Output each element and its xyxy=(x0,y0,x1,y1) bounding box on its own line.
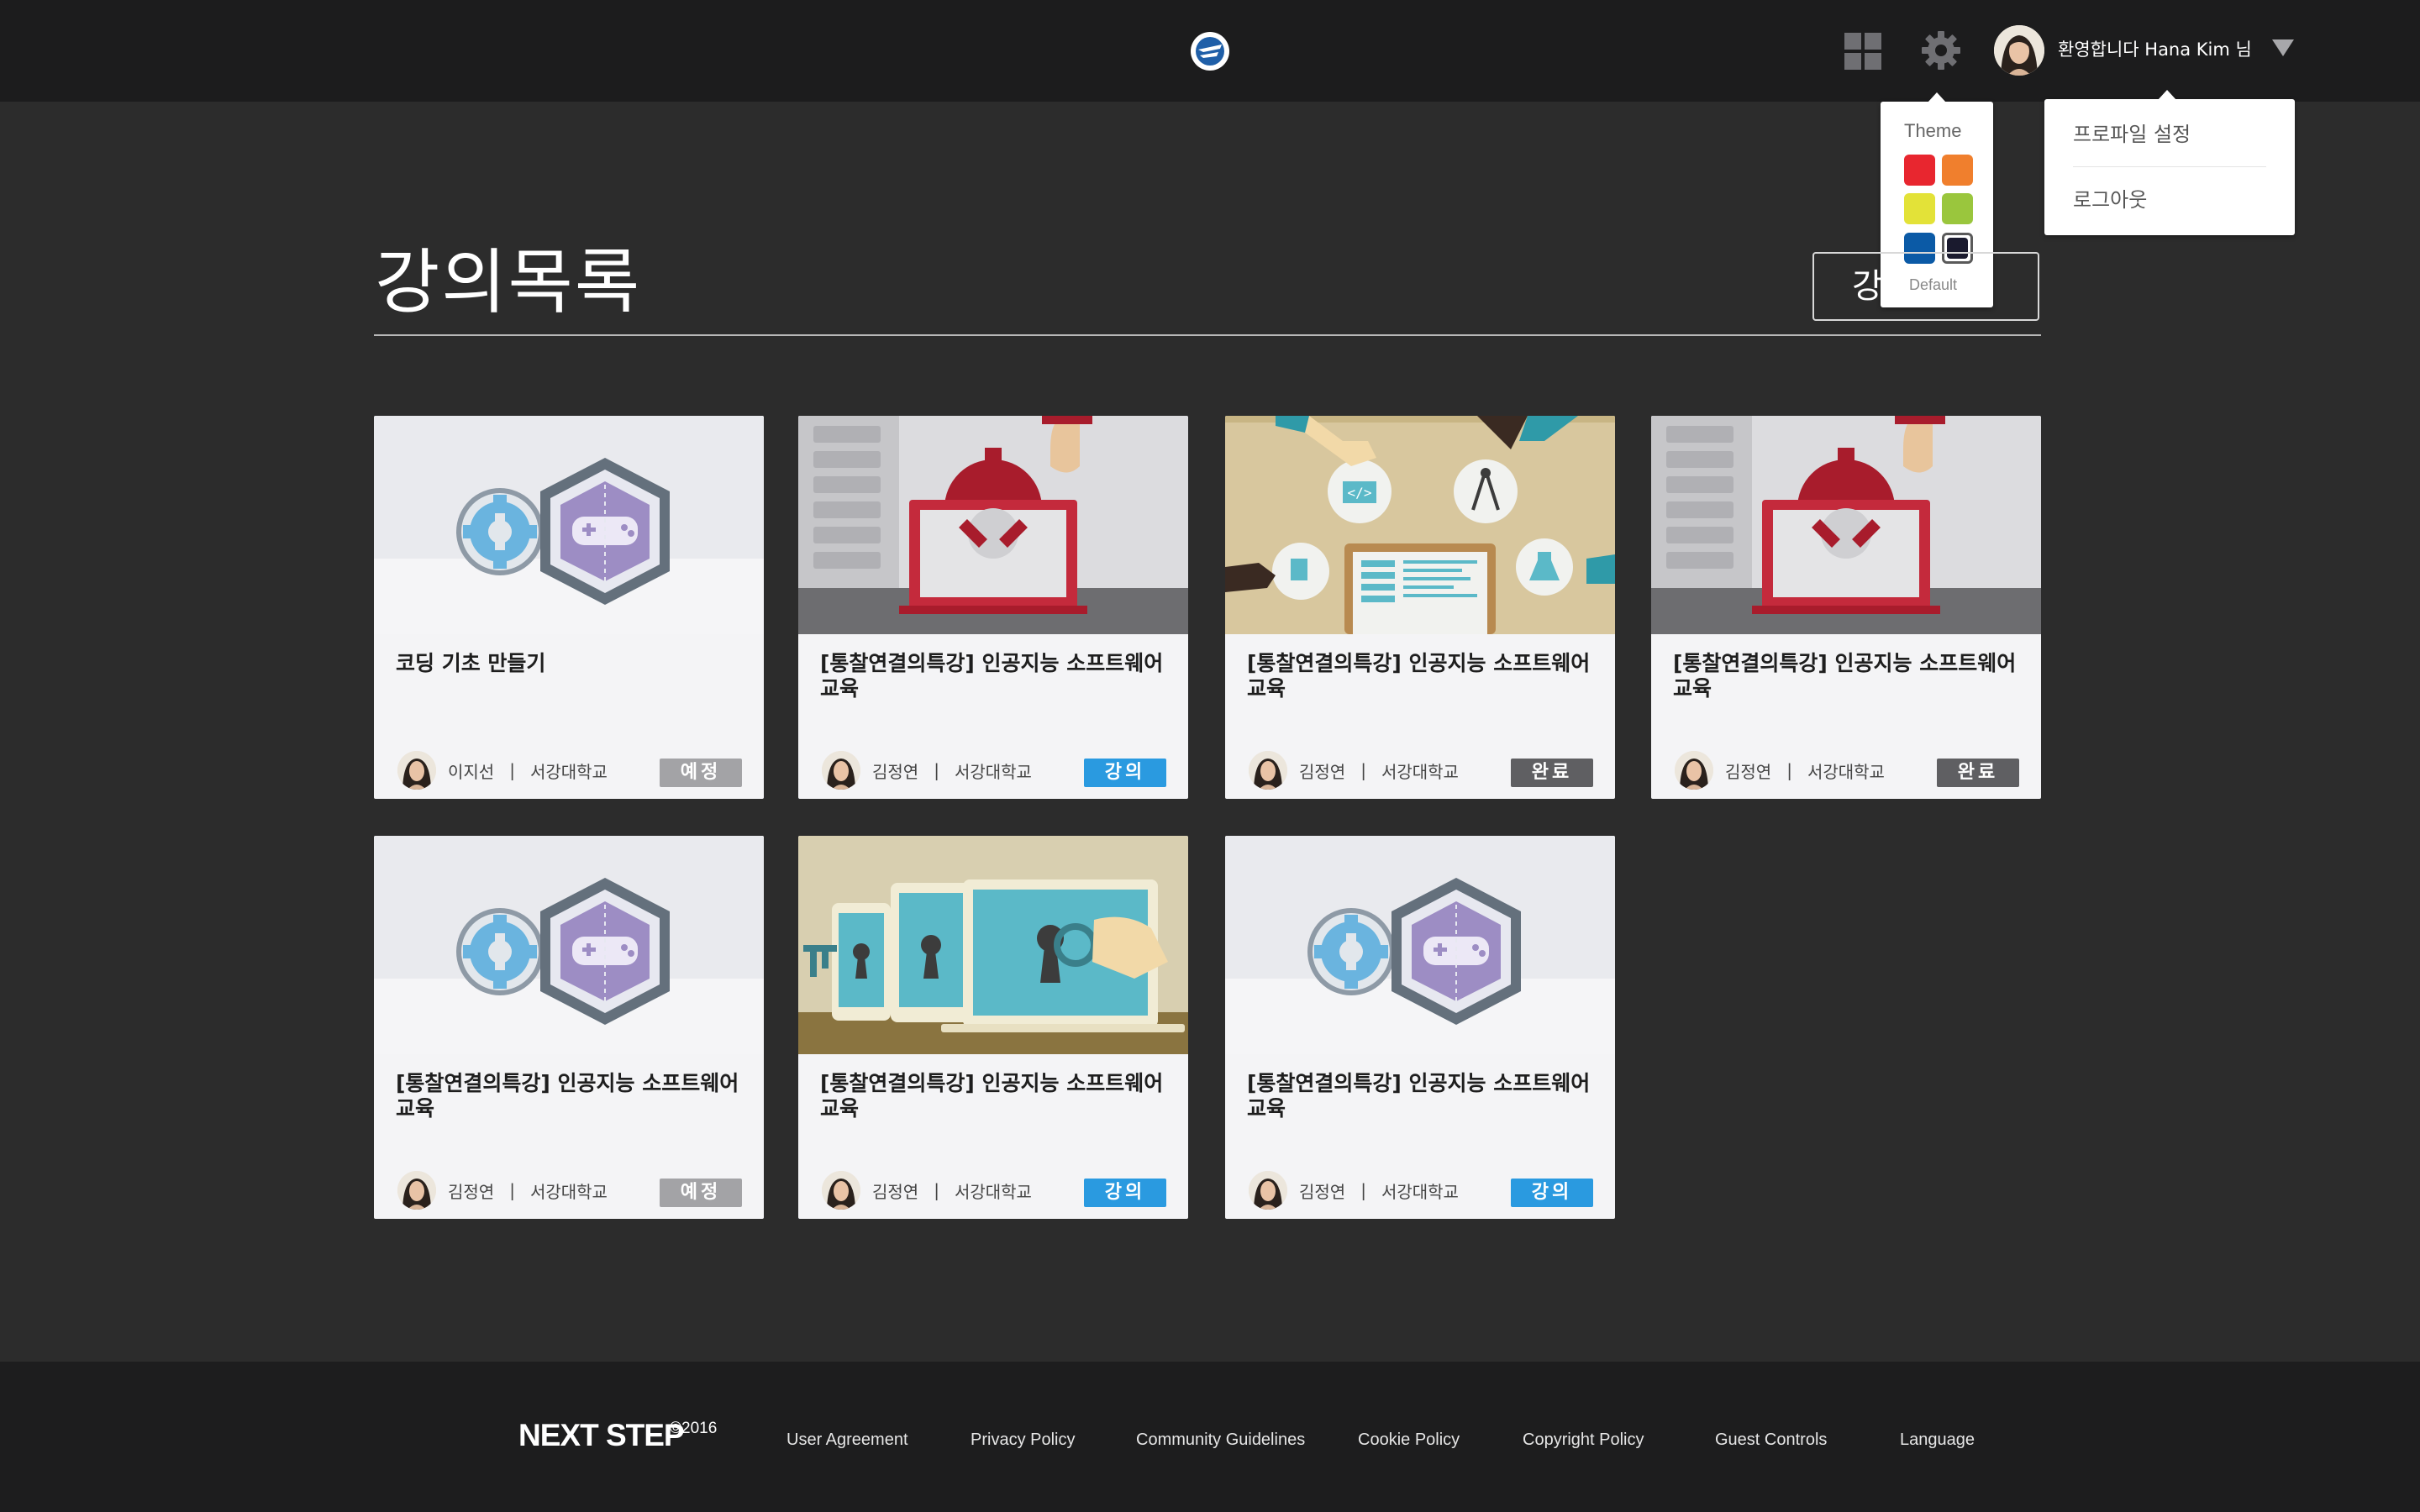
footer-copyright: ©2016 xyxy=(670,1420,718,1437)
course-title: [통찰연결의특강] 인공지능 소프트웨어 교육 xyxy=(1673,651,2017,701)
welcome-message: 환영합니다 Hana Kim 님 xyxy=(2058,39,2252,60)
instructor-name: 김정연 xyxy=(448,1181,495,1202)
status-badge: 완료 xyxy=(1511,759,1593,787)
course-title: [통찰연결의특강] 인공지능 소프트웨어 교육 xyxy=(1247,1071,1591,1121)
course-meta: 김정연 | 서강대학교 xyxy=(822,750,1032,790)
footer-link-community-guidelines[interactable]: Community Guidelines xyxy=(1136,1431,1305,1450)
instructor-name: 김정연 xyxy=(872,761,919,782)
meta-separator: | xyxy=(509,760,515,780)
course-thumbnail xyxy=(1225,416,1615,634)
app-logo-icon[interactable] xyxy=(1190,31,1230,71)
course-meta: 김정연 | 서강대학교 xyxy=(1675,750,1885,790)
course-title: [통찰연결의특강] 인공지능 소프트웨어 교육 xyxy=(820,1071,1164,1121)
meta-separator: | xyxy=(934,760,939,780)
status-badge: 강의 xyxy=(1084,1179,1166,1207)
meta-separator: | xyxy=(1786,760,1792,780)
course-meta: 김정연 | 서강대학교 xyxy=(1249,750,1459,790)
course-title: 코딩 기초 만들기 xyxy=(396,651,546,675)
instructor-avatar xyxy=(822,751,860,790)
instructor-school: 서강대학교 xyxy=(954,1181,1032,1202)
meta-separator: | xyxy=(1360,760,1366,780)
status-badge: 예정 xyxy=(660,1179,742,1207)
create-course-button[interactable]: 강 xyxy=(1812,252,2039,321)
menu-item-profile-settings[interactable]: 프로파일 설정 xyxy=(2073,118,2191,147)
instructor-school: 서강대학교 xyxy=(954,761,1032,782)
course-card[interactable]: 코딩 기초 만들기 이지선 | 서강대학교 예정 xyxy=(374,416,764,799)
instructor-name: 이지선 xyxy=(448,761,495,782)
course-thumbnail xyxy=(374,836,764,1054)
course-card[interactable]: [통찰연결의특강] 인공지능 소프트웨어 교육 김정연 | 서강대학교 강의 xyxy=(1225,836,1615,1219)
course-meta: 김정연 | 서강대학교 xyxy=(397,1170,608,1210)
theme-swatch-yellow[interactable] xyxy=(1904,193,1935,224)
course-card[interactable]: [통찰연결의특강] 인공지능 소프트웨어 교육 김정연 | 서강대학교 완료 xyxy=(1651,416,2041,799)
course-card[interactable]: [통찰연결의특강] 인공지능 소프트웨어 교육 김정연 | 서강대학교 강의 xyxy=(798,836,1188,1219)
instructor-avatar xyxy=(397,751,436,790)
course-thumbnail xyxy=(798,416,1188,634)
course-thumbnail xyxy=(374,416,764,634)
status-badge: 강의 xyxy=(1511,1179,1593,1207)
instructor-school: 서강대학교 xyxy=(529,1181,608,1202)
status-badge: 완료 xyxy=(1937,759,2019,787)
profile-menu: 프로파일 설정 로그아웃 xyxy=(2044,90,2295,235)
course-card[interactable]: [통찰연결의특강] 인공지능 소프트웨어 교육 김정연 | 서강대학교 예정 xyxy=(374,836,764,1219)
instructor-avatar xyxy=(822,1171,860,1210)
meta-separator: | xyxy=(509,1180,515,1200)
instructor-school: 서강대학교 xyxy=(1381,761,1459,782)
instructor-school: 서강대학교 xyxy=(529,761,608,782)
course-thumbnail xyxy=(798,836,1188,1054)
instructor-school: 서강대학교 xyxy=(1381,1181,1459,1202)
course-title: [통찰연결의특강] 인공지능 소프트웨어 교육 xyxy=(1247,651,1591,701)
footer-link-guest-controls[interactable]: Guest Controls xyxy=(1715,1431,1827,1450)
course-title: [통찰연결의특강] 인공지능 소프트웨어 교육 xyxy=(820,651,1164,701)
course-meta: 김정연 | 서강대학교 xyxy=(822,1170,1032,1210)
title-divider xyxy=(374,334,2041,336)
dropdown-arrow-icon[interactable] xyxy=(2272,39,2294,56)
course-card[interactable]: [통찰연결의특강] 인공지능 소프트웨어 교육 김정연 | 서강대학교 강의 xyxy=(798,416,1188,799)
instructor-name: 김정연 xyxy=(1299,1181,1346,1202)
user-avatar[interactable] xyxy=(1994,25,2044,76)
instructor-name: 김정연 xyxy=(1299,761,1346,782)
meta-separator: | xyxy=(934,1180,939,1200)
theme-swatch-green[interactable] xyxy=(1942,193,1973,224)
footer-brand: NEXT STEP xyxy=(518,1418,685,1452)
course-meta: 김정연 | 서강대학교 xyxy=(1249,1170,1459,1210)
theme-swatch-orange[interactable] xyxy=(1942,155,1973,186)
instructor-name: 김정연 xyxy=(872,1181,919,1202)
status-badge: 강의 xyxy=(1084,759,1166,787)
menu-item-logout[interactable]: 로그아웃 xyxy=(2073,183,2147,213)
theme-title: Theme xyxy=(1904,120,1962,141)
instructor-avatar xyxy=(397,1171,436,1210)
menu-divider xyxy=(2073,166,2266,167)
course-thumbnail xyxy=(1225,836,1615,1054)
instructor-school: 서강대학교 xyxy=(1807,761,1885,782)
course-thumbnail xyxy=(1651,416,2041,634)
footer-link-privacy-policy[interactable]: Privacy Policy xyxy=(971,1431,1075,1450)
instructor-avatar xyxy=(1249,751,1287,790)
page-title: 강의목록 xyxy=(375,241,642,323)
status-badge: 예정 xyxy=(660,759,742,787)
instructor-avatar xyxy=(1249,1171,1287,1210)
top-navigation-bar: 환영합니다 Hana Kim 님 xyxy=(0,0,2420,102)
apps-grid-icon[interactable] xyxy=(1844,33,1881,70)
gear-icon[interactable] xyxy=(1921,30,1961,71)
course-meta: 이지선 | 서강대학교 xyxy=(397,750,608,790)
theme-swatch-red[interactable] xyxy=(1904,155,1935,186)
instructor-avatar xyxy=(1675,751,1713,790)
footer-link-language[interactable]: Language xyxy=(1900,1431,1975,1450)
footer-link-cookie-policy[interactable]: Cookie Policy xyxy=(1358,1431,1460,1450)
footer-link-user-agreement[interactable]: User Agreement xyxy=(786,1431,908,1450)
footer-link-copyright-policy[interactable]: Copyright Policy xyxy=(1523,1431,1644,1450)
course-title: [통찰연결의특강] 인공지능 소프트웨어 교육 xyxy=(396,1071,739,1121)
course-card[interactable]: [통찰연결의특강] 인공지능 소프트웨어 교육 김정연 | 서강대학교 완료 xyxy=(1225,416,1615,799)
meta-separator: | xyxy=(1360,1180,1366,1200)
instructor-name: 김정연 xyxy=(1725,761,1772,782)
